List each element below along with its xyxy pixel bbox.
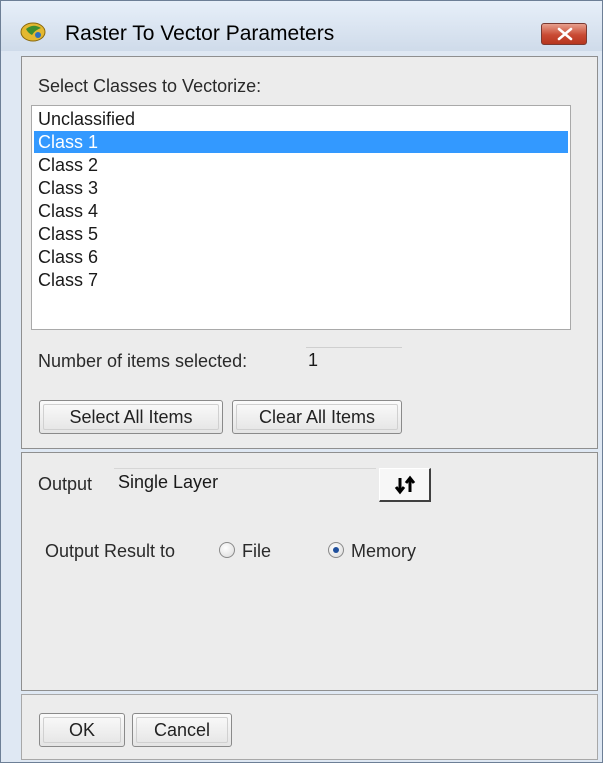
select-all-label: Select All Items: [69, 407, 193, 427]
cancel-button[interactable]: Cancel: [132, 713, 232, 747]
close-button[interactable]: [541, 23, 587, 45]
select-all-button[interactable]: Select All Items: [39, 400, 223, 434]
classes-label: Select Classes to Vectorize:: [38, 76, 262, 96]
memory-radio-label[interactable]: Memory: [351, 541, 416, 562]
window-title: Raster To Vector Parameters: [65, 22, 335, 45]
list-item-unclassified[interactable]: Unclassified: [34, 108, 568, 130]
clear-all-button[interactable]: Clear All Items: [232, 400, 402, 434]
ok-button[interactable]: OK: [39, 713, 125, 747]
output-type-field[interactable]: Single Layer: [114, 468, 376, 496]
file-radio[interactable]: [219, 542, 235, 558]
clear-all-label: Clear All Items: [258, 407, 376, 427]
title-bar[interactable]: Raster To Vector Parameters: [1, 1, 602, 51]
swap-arrows-icon: [394, 475, 416, 495]
app-globe-icon: [20, 22, 46, 42]
close-x-icon: [557, 27, 573, 41]
list-item-class-1[interactable]: Class 1: [34, 131, 568, 153]
list-item-class-5[interactable]: Class 5: [34, 223, 568, 245]
memory-radio[interactable]: [328, 542, 344, 558]
output-result-to-label: Output Result to: [45, 541, 176, 561]
memory-radio-dot: [333, 547, 339, 553]
dialog-window: Raster To Vector Parameters Select Class…: [0, 0, 603, 763]
output-label: Output: [38, 474, 93, 494]
cancel-label: Cancel: [153, 720, 211, 740]
file-radio-label[interactable]: File: [242, 541, 271, 562]
selected-count-label: Number of items selected:: [38, 351, 248, 371]
list-item-class-6[interactable]: Class 6: [34, 246, 568, 268]
toggle-output-button[interactable]: [379, 468, 431, 502]
list-item-class-3[interactable]: Class 3: [34, 177, 568, 199]
list-item-class-4[interactable]: Class 4: [34, 200, 568, 222]
selected-count-value: 1: [306, 347, 402, 371]
list-item-class-2[interactable]: Class 2: [34, 154, 568, 176]
ok-label: OK: [68, 720, 95, 740]
classes-listbox[interactable]: Unclassified Class 1 Class 2 Class 3 Cla…: [31, 105, 571, 330]
list-item-class-7[interactable]: Class 7: [34, 269, 568, 291]
